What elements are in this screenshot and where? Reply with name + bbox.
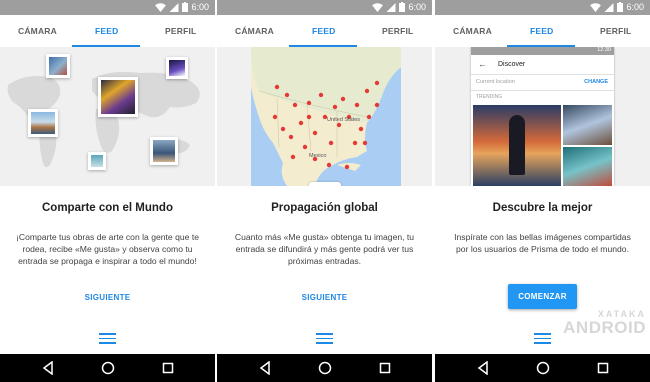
artwork-photo-purple [166, 57, 188, 79]
phone-screenshot: 12:30 ← Discover Current location CHANGE… [471, 47, 614, 186]
mini-status-time: 12:30 [597, 47, 611, 53]
system-nav-bar [217, 354, 432, 382]
mini-change-link: CHANGE [584, 79, 608, 85]
menu-icon[interactable] [534, 333, 551, 344]
watermark-bottom: ANDROID [563, 318, 646, 337]
panel-description: ¡Comparte tus obras de arte con la gente… [16, 232, 199, 266]
trending-image-main [473, 105, 561, 186]
panel-description: Cuanto más «Me gusta» obtenga tu imagen,… [234, 232, 415, 266]
map-label-mexico: Mexico [309, 153, 326, 159]
signal-icon [169, 2, 179, 12]
next-button[interactable]: SIGUIENTE [217, 293, 432, 302]
battery-icon [399, 2, 406, 12]
artwork-photo-portrait [98, 77, 138, 117]
tab-camera[interactable]: CÁMARA [235, 15, 274, 47]
map-illustration: United States Mexico [217, 47, 432, 186]
start-button[interactable]: COMENZAR [508, 284, 577, 309]
north-america-map: United States Mexico [251, 47, 401, 186]
mini-trending: TRENDING [476, 94, 503, 100]
tab-camera[interactable]: CÁMARA [18, 15, 57, 47]
artwork-photo-person [150, 137, 178, 165]
watermark: XATAKA ANDROID [563, 310, 646, 337]
artwork-photo-bridge [46, 54, 70, 78]
tab-profile[interactable]: PERFIL [382, 15, 413, 47]
mini-location: Current location [476, 79, 515, 85]
mini-location-row: Current location CHANGE [471, 75, 614, 91]
battery-icon [182, 2, 189, 12]
mini-trending-row: TRENDING [471, 91, 614, 103]
battery-icon [617, 2, 624, 12]
back-icon[interactable] [259, 361, 271, 375]
system-nav-bar [0, 354, 215, 382]
trending-image-city [563, 105, 612, 145]
onboarding-panel-share: 6:00 CÁMARA FEED PERFIL Comparte con el … [0, 0, 215, 382]
signal-icon [604, 2, 614, 12]
status-bar: 6:00 [0, 0, 215, 15]
status-time: 6:00 [408, 2, 426, 12]
tab-camera[interactable]: CÁMARA [453, 15, 492, 47]
status-time: 6:00 [191, 2, 209, 12]
signal-icon [386, 2, 396, 12]
trending-image-figure [563, 147, 612, 186]
recents-icon[interactable] [597, 361, 609, 375]
status-bar: 6:00 [217, 0, 432, 15]
wifi-icon [590, 2, 602, 12]
recents-icon[interactable] [162, 361, 174, 375]
back-arrow-icon: ← [478, 59, 487, 69]
home-icon[interactable] [318, 361, 332, 375]
onboarding-panel-discover: 6:00 CÁMARA FEED PERFIL 12:30 ← Discover… [435, 0, 650, 382]
panel-title: Propagación global [271, 202, 378, 214]
world-map-illustration [0, 47, 215, 186]
tab-feed[interactable]: FEED [95, 15, 118, 47]
tab-bar: CÁMARA FEED PERFIL [435, 15, 650, 47]
tab-feed[interactable]: FEED [530, 15, 553, 47]
menu-icon[interactable] [316, 333, 333, 344]
map-handle [309, 182, 341, 186]
artwork-photo-landscape [28, 109, 58, 137]
tab-profile[interactable]: PERFIL [600, 15, 631, 47]
panel-description: Inspírate con las bellas imágenes compar… [454, 232, 631, 254]
home-icon[interactable] [101, 361, 115, 375]
tab-bar: CÁMARA FEED PERFIL [217, 15, 432, 47]
back-icon[interactable] [477, 361, 489, 375]
mini-status-bar: 12:30 [471, 47, 614, 55]
back-icon[interactable] [42, 361, 54, 375]
wifi-icon [155, 2, 167, 12]
wifi-icon [372, 2, 384, 12]
recents-icon[interactable] [379, 361, 391, 375]
discover-illustration: 12:30 ← Discover Current location CHANGE… [435, 47, 650, 186]
next-button[interactable]: SIGUIENTE [0, 293, 215, 302]
map-label-us: United States [327, 117, 360, 123]
status-bar: 6:00 [435, 0, 650, 15]
panel-title: Descubre la mejor [492, 202, 593, 214]
silhouette [509, 115, 525, 175]
mini-toolbar: ← Discover [471, 55, 614, 75]
home-icon[interactable] [536, 361, 550, 375]
artwork-photo-small [88, 152, 106, 170]
panel-title: Comparte con el Mundo [42, 202, 173, 214]
tab-feed[interactable]: FEED [312, 15, 335, 47]
onboarding-panel-global: 6:00 CÁMARA FEED PERFIL United States Me… [217, 0, 432, 382]
tab-bar: CÁMARA FEED PERFIL [0, 15, 215, 47]
status-time: 6:00 [626, 2, 644, 12]
menu-icon[interactable] [99, 333, 116, 344]
system-nav-bar [435, 354, 650, 382]
tab-profile[interactable]: PERFIL [165, 15, 196, 47]
mini-header: Discover [498, 61, 526, 68]
